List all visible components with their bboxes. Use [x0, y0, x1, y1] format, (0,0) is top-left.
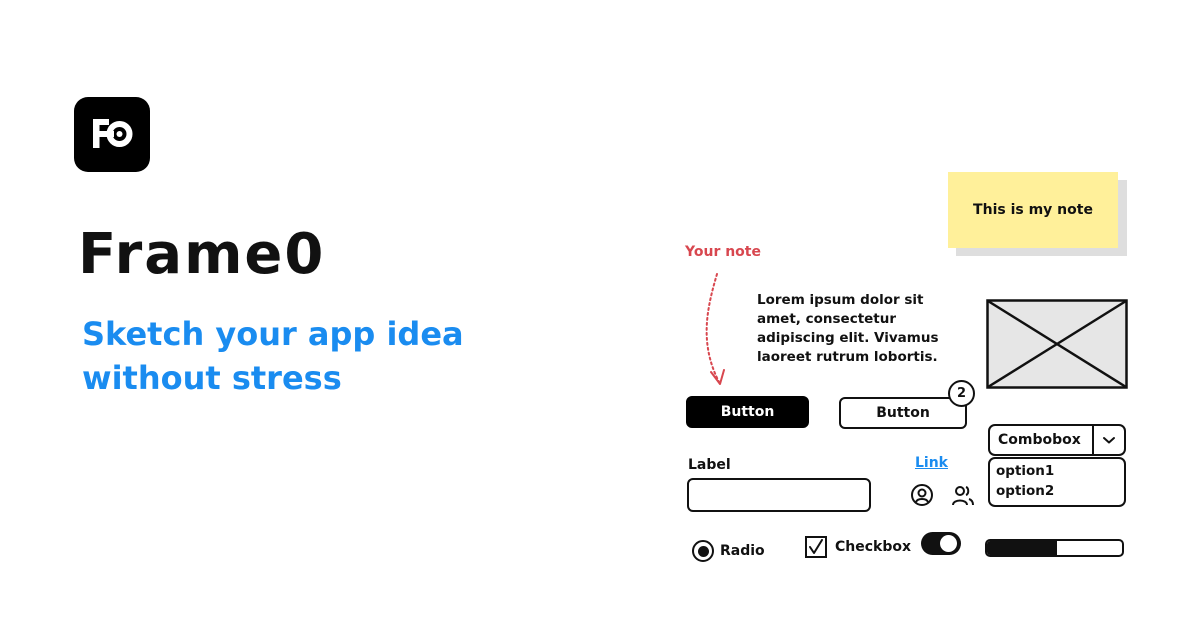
toggle-switch[interactable]: [921, 532, 961, 555]
combobox-options-list: option1 option2: [988, 457, 1126, 507]
combobox-option[interactable]: option1: [996, 461, 1118, 481]
combobox-option[interactable]: option2: [996, 481, 1118, 501]
radio-circle[interactable]: [692, 540, 714, 562]
user-icon[interactable]: [910, 483, 934, 507]
checkbox[interactable]: Checkbox: [805, 536, 911, 558]
combobox-value: Combobox: [998, 432, 1081, 448]
frame0-logo: [74, 97, 150, 172]
toggle-knob: [940, 535, 957, 552]
notification-badge: 2: [948, 380, 975, 407]
tagline: Sketch your app idea without stress: [82, 315, 464, 397]
sticky-note-text: This is my note: [973, 202, 1093, 218]
text-field-label: Label: [688, 457, 731, 473]
image-placeholder-icon: [986, 299, 1128, 389]
lorem-paragraph: Lorem ipsum dolor sit amet, consectetur …: [757, 292, 939, 365]
combobox-toggle[interactable]: [1092, 426, 1124, 454]
radio-selected-dot: [697, 545, 709, 557]
progress-bar: [985, 539, 1124, 557]
radio-label: Radio: [720, 543, 765, 559]
dotted-arrow-icon: [705, 273, 725, 385]
radio-button[interactable]: Radio: [692, 540, 765, 562]
checkbox-box[interactable]: [805, 536, 827, 558]
secondary-button[interactable]: Button: [839, 397, 967, 429]
chevron-down-icon: [1103, 437, 1115, 444]
text-input[interactable]: [687, 478, 871, 512]
progress-fill: [987, 541, 1058, 555]
fo-logo-icon: [93, 119, 133, 148]
brand-title: Frame0: [78, 222, 326, 287]
link[interactable]: Link: [915, 455, 948, 471]
checkmark-icon: [809, 539, 823, 554]
sticky-note[interactable]: This is my note: [948, 172, 1118, 248]
annotation-label: Your note: [685, 244, 761, 260]
users-icon[interactable]: [950, 483, 976, 507]
combobox[interactable]: Combobox: [988, 424, 1126, 456]
primary-button[interactable]: Button: [686, 396, 809, 428]
checkbox-label: Checkbox: [835, 539, 912, 555]
